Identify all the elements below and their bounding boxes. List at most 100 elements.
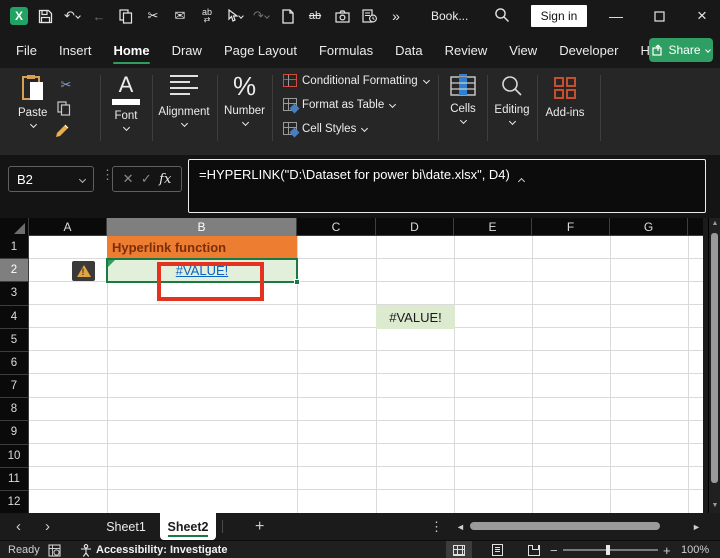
share-button[interactable]: Share — [649, 38, 713, 62]
formula-bar: B2 ⋮ ✕ ✓ fx =HYPERLINK("D:\Dataset for p… — [0, 155, 720, 218]
redo-icon[interactable]: ↷ — [251, 6, 271, 26]
copy-icon[interactable] — [57, 101, 71, 121]
normal-view-button[interactable] — [446, 541, 472, 558]
tab-home[interactable]: Home — [102, 32, 160, 68]
strikethrough-icon[interactable]: ab — [305, 6, 325, 26]
email-icon[interactable]: ✉ — [170, 6, 190, 26]
fill-handle[interactable] — [294, 279, 300, 285]
touch-mode-icon[interactable] — [224, 6, 244, 26]
alignment-group-button[interactable]: Alignment — [152, 74, 216, 126]
format-as-table-button[interactable]: Format as Table — [283, 98, 395, 111]
hscroll-left-icon[interactable]: ◄ — [456, 513, 465, 540]
error-checking-button[interactable] — [72, 261, 95, 281]
sign-in-button[interactable]: Sign in — [531, 5, 587, 27]
number-group-button[interactable]: % Number — [217, 72, 272, 125]
page-break-view-button[interactable] — [521, 541, 547, 558]
row-header-3[interactable]: 3 — [0, 282, 29, 305]
formula-input[interactable]: =HYPERLINK("D:\Dataset for power bi\date… — [188, 159, 706, 213]
vertical-scrollbar[interactable]: ▲ ▼ — [708, 218, 720, 513]
accessibility-status[interactable]: Accessibility: Investigate — [96, 541, 227, 558]
column-header-partial[interactable] — [688, 218, 703, 236]
vertical-scrollbar-thumb[interactable] — [711, 233, 718, 483]
row-header-12[interactable]: 12 — [0, 491, 29, 513]
row-header-6[interactable]: 6 — [0, 352, 29, 375]
font-group-button[interactable]: A Font — [103, 74, 149, 130]
conditional-formatting-button[interactable]: Conditional Formatting — [283, 74, 429, 87]
tab-insert[interactable]: Insert — [48, 32, 103, 68]
row-header-7[interactable]: 7 — [0, 375, 29, 398]
version-history-icon[interactable] — [359, 6, 379, 26]
undo-icon[interactable]: ↶ — [62, 6, 82, 26]
next-sheet-icon[interactable]: › — [45, 513, 50, 540]
column-header-a[interactable]: A — [29, 218, 107, 236]
find-replace-icon[interactable]: ab⇄ — [197, 6, 217, 26]
name-box[interactable]: B2 — [8, 166, 94, 192]
row-header-1[interactable]: 1 — [0, 236, 29, 259]
cell-styles-button[interactable]: Cell Styles — [283, 122, 367, 135]
tab-bar-menu-icon[interactable]: ⋮ — [430, 513, 443, 540]
column-header-e[interactable]: E — [454, 218, 532, 236]
macro-record-icon[interactable] — [48, 541, 61, 558]
column-header-b[interactable]: B — [107, 218, 297, 236]
cut-icon[interactable]: ✂ — [56, 75, 76, 95]
zoom-in-icon[interactable]: + — [663, 541, 671, 558]
collapse-formula-bar-icon[interactable] — [518, 171, 524, 189]
search-icon[interactable] — [494, 7, 510, 28]
insert-function-icon[interactable]: fx — [159, 172, 171, 187]
tab-review[interactable]: Review — [434, 32, 499, 68]
zoom-slider-thumb[interactable] — [606, 545, 610, 555]
close-button[interactable]: × — [687, 0, 717, 32]
row-header-9[interactable]: 9 — [0, 421, 29, 444]
row-header-4[interactable]: 4 — [0, 306, 29, 329]
scroll-up-icon[interactable]: ▲ — [709, 220, 720, 227]
save-icon[interactable] — [35, 6, 55, 26]
select-all-corner[interactable] — [0, 218, 29, 236]
cancel-icon[interactable]: ✕ — [123, 171, 134, 187]
sheet-tab-sheet2[interactable]: Sheet2 — [160, 513, 216, 540]
tab-formulas[interactable]: Formulas — [308, 32, 384, 68]
page-break-icon — [528, 545, 540, 556]
scroll-down-icon[interactable]: ▼ — [709, 502, 720, 509]
cells-group-button[interactable]: Cells — [440, 74, 486, 123]
minimize-button[interactable]: — — [601, 0, 631, 32]
cell-b1-title[interactable]: Hyperlink function — [107, 236, 297, 259]
zoom-out-icon[interactable]: − — [550, 541, 558, 558]
tab-data[interactable]: Data — [384, 32, 433, 68]
row-header-11[interactable]: 11 — [0, 468, 29, 491]
zoom-level[interactable]: 100% — [681, 541, 709, 558]
enter-icon[interactable]: ✓ — [141, 171, 152, 187]
camera-icon[interactable] — [332, 6, 352, 26]
copy-icon[interactable] — [116, 6, 136, 26]
tab-page-layout[interactable]: Page Layout — [213, 32, 308, 68]
sheet-tab-sheet1[interactable]: Sheet1 — [100, 513, 152, 540]
cell-d4-value[interactable]: #VALUE! — [376, 305, 455, 329]
excel-logo-icon[interactable]: X — [10, 7, 28, 25]
tab-view[interactable]: View — [498, 32, 548, 68]
column-header-f[interactable]: F — [532, 218, 610, 236]
hscroll-right-icon[interactable]: ► — [692, 513, 701, 540]
editing-group-button[interactable]: Editing — [487, 74, 537, 124]
column-header-g[interactable]: G — [610, 218, 688, 236]
addins-button[interactable]: Add-ins — [540, 76, 590, 119]
add-sheet-icon[interactable]: + — [255, 513, 264, 540]
maximize-button[interactable] — [644, 0, 674, 32]
row-header-8[interactable]: 8 — [0, 398, 29, 421]
format-painter-icon[interactable] — [55, 123, 72, 144]
tab-draw[interactable]: Draw — [161, 32, 213, 68]
tab-file[interactable]: File — [5, 32, 48, 68]
row-header-2[interactable]: 2 — [0, 259, 29, 282]
paste-button[interactable]: Paste — [18, 74, 47, 127]
cut-icon[interactable]: ✂ — [143, 6, 163, 26]
qat-overflow-icon[interactable]: » — [386, 6, 406, 26]
back-icon[interactable]: ← — [89, 6, 109, 26]
column-header-d[interactable]: D — [376, 218, 454, 236]
row-header-10[interactable]: 10 — [0, 445, 29, 468]
prev-sheet-icon[interactable]: ‹ — [16, 513, 21, 540]
horizontal-scrollbar-thumb[interactable] — [470, 522, 660, 530]
page-layout-view-button[interactable] — [484, 541, 510, 558]
row-header-5[interactable]: 5 — [0, 329, 29, 352]
tab-developer[interactable]: Developer — [548, 32, 629, 68]
new-file-icon[interactable] — [278, 6, 298, 26]
zoom-slider-track[interactable] — [563, 549, 658, 551]
column-header-c[interactable]: C — [297, 218, 376, 236]
